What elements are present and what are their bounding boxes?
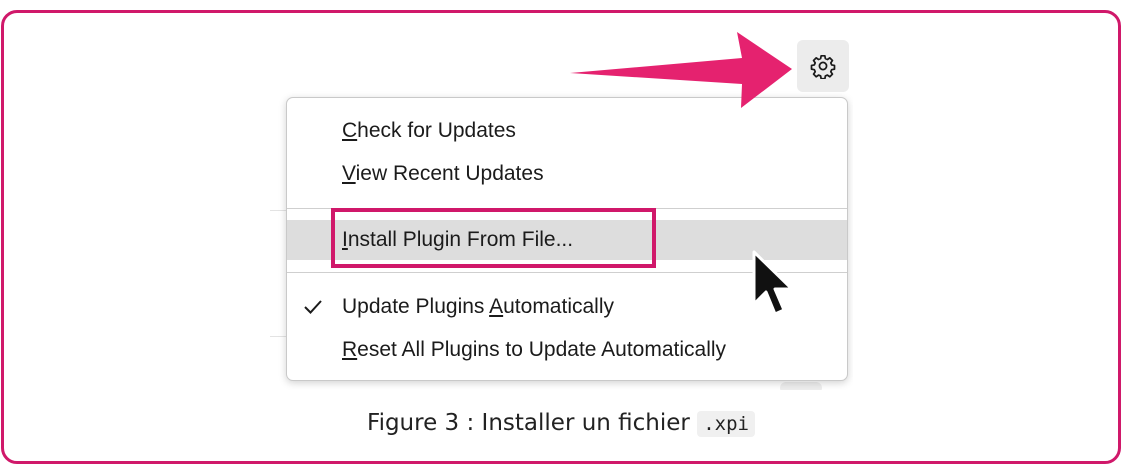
gear-icon [810, 54, 836, 79]
mnemonic: R [342, 338, 358, 361]
highlight-box [331, 208, 656, 268]
cursor-icon [752, 250, 794, 316]
figure-caption: Figure 3 : Installer un fichier .xpi [0, 407, 1122, 440]
menu-item-label: iew Recent Updates [355, 162, 544, 185]
menu-item-label: eset All Plugins to Update Automatically [357, 338, 727, 361]
caption-code: .xpi [697, 411, 755, 437]
menu-item-reset-all-plugins[interactable]: Reset All Plugins to Update Automaticall… [287, 330, 847, 370]
menu-item-view-recent-updates[interactable]: View Recent Updates [287, 154, 847, 194]
settings-button[interactable] [797, 40, 849, 92]
background-button [780, 382, 822, 390]
checkmark-icon [304, 300, 322, 314]
mnemonic: A [489, 295, 504, 318]
menu-item-check-for-updates[interactable]: Check for Updates [287, 111, 847, 151]
mnemonic: V [342, 162, 356, 185]
menu-item-label: Update Plugins [342, 295, 490, 318]
menu-item-label: utomatically [503, 295, 615, 318]
caption-text: Figure 3 : Installer un fichier [367, 410, 698, 436]
menu-item-label: heck for Updates [357, 119, 516, 142]
screenshot: Check for Updates View Recent Updates In… [270, 36, 853, 390]
mnemonic: C [342, 119, 358, 142]
